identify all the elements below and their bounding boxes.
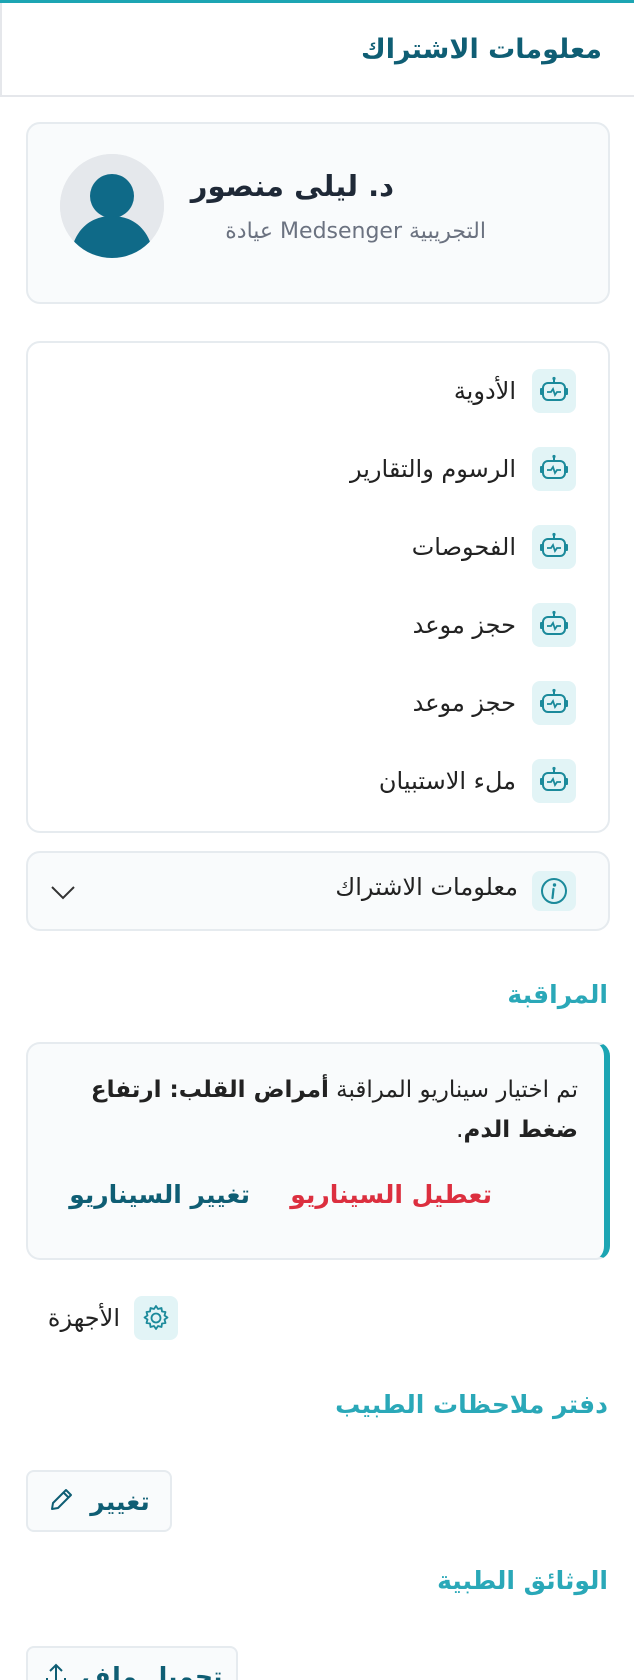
pencil-icon	[48, 1485, 76, 1517]
monitoring-description: تم اختيار سيناريو المراقبة أمراض القلب: …	[58, 1070, 578, 1150]
doctor-name: د. ليلى منصور	[190, 169, 394, 203]
menu-item-label: الرسوم والتقارير	[350, 455, 516, 483]
robot-icon	[532, 525, 576, 569]
page-header: معلومات الاشتراك	[0, 3, 634, 97]
menu-item-label: حجز موعد	[412, 611, 516, 639]
subscription-info-toggle[interactable]: معلومات الاشتراك	[26, 851, 610, 931]
menu-item-label: ملء الاستبيان	[378, 767, 516, 795]
robot-icon	[532, 759, 576, 803]
subscription-info-label: معلومات الاشتراك	[335, 873, 518, 901]
menu-item-label: حجز موعد	[412, 689, 516, 717]
page-title: معلومات الاشتراك	[360, 33, 602, 65]
user-avatar-icon	[60, 154, 164, 258]
monitoring-card: تم اختيار سيناريو المراقبة أمراض القلب: …	[26, 1042, 610, 1260]
edit-notes-button[interactable]: تغيير	[26, 1470, 172, 1532]
robot-icon	[532, 603, 576, 647]
robot-icon	[532, 447, 576, 491]
edit-notes-label: تغيير	[90, 1486, 150, 1516]
devices-label: الأجهزة	[47, 1304, 120, 1332]
robot-icon	[532, 681, 576, 725]
clinic-name: التجريبية Medsenger عيادة	[225, 219, 486, 244]
menu-item-medications[interactable]: الأدوية	[454, 369, 576, 413]
upload-icon	[42, 1660, 70, 1680]
change-scenario-button[interactable]: تغيير السيناريو	[69, 1180, 250, 1209]
menu-item-label: الأدوية	[453, 377, 516, 405]
monitoring-title: المراقبة	[507, 980, 608, 1009]
chevron-down-icon	[48, 877, 78, 907]
upload-file-button[interactable]: تحميل ملف	[26, 1646, 238, 1680]
doctor-notes-title: دفتر ملاحظات الطبيب	[335, 1390, 608, 1419]
devices-settings[interactable]: الأجهزة	[48, 1296, 178, 1340]
menu-item-book-appointment-2[interactable]: حجز موعد	[413, 681, 576, 725]
gear-icon	[134, 1296, 178, 1340]
agents-menu: الأدوية الرسوم والتقارير الفحوصات حجز مو…	[26, 341, 610, 833]
medical-documents-title: الوثائق الطبية	[437, 1566, 608, 1595]
menu-item-tests[interactable]: الفحوصات	[412, 525, 576, 569]
menu-item-label: الفحوصات	[411, 533, 516, 561]
menu-item-questionnaire[interactable]: ملء الاستبيان	[379, 759, 576, 803]
doctor-profile-card: د. ليلى منصور التجريبية Medsenger عيادة	[26, 122, 610, 304]
menu-item-book-appointment[interactable]: حجز موعد	[413, 603, 576, 647]
monitoring-text-prefix: تم اختيار سيناريو المراقبة	[328, 1077, 578, 1103]
info-icon	[532, 871, 576, 911]
upload-file-label: تحميل ملف	[81, 1661, 223, 1680]
disable-scenario-button[interactable]: تعطيل السيناريو	[290, 1180, 492, 1209]
menu-item-charts-reports[interactable]: الرسوم والتقارير	[350, 447, 576, 491]
robot-icon	[532, 369, 576, 413]
